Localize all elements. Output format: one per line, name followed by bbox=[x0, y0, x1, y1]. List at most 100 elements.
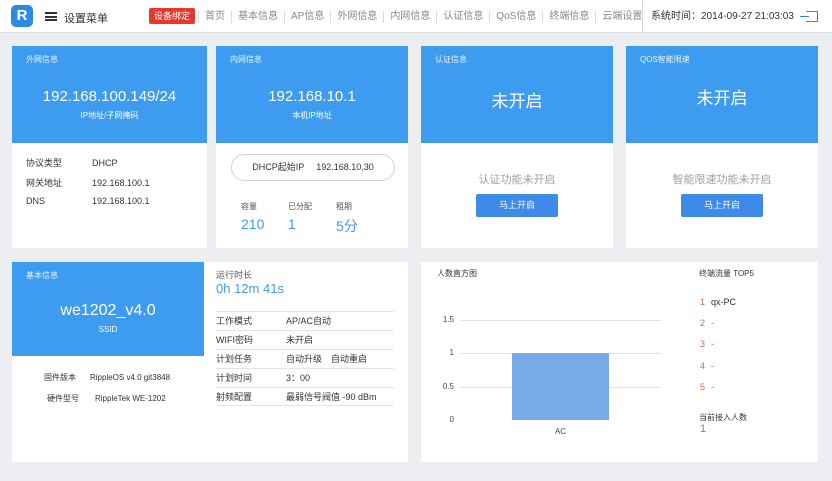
hardware-value: RippleTek WE-1202 bbox=[95, 394, 166, 403]
row-value: 最弱信号阀值 -90 dBm bbox=[286, 392, 377, 402]
lan-ip-caption: 本机IP地址 bbox=[292, 111, 332, 120]
wan-row-dns: DNS 192.168.100.1 bbox=[26, 196, 150, 206]
nav-terminal-info[interactable]: 终端信息 bbox=[542, 10, 595, 23]
histogram-y-tick: 1 bbox=[449, 348, 454, 358]
qos-title: QOS智能限速 bbox=[640, 55, 690, 64]
row-value: 未开启 bbox=[286, 335, 314, 345]
wan-row-value: 192.168.100.1 bbox=[92, 196, 150, 206]
nav-home[interactable]: 首页 bbox=[198, 10, 231, 23]
auth-title: 认证信息 bbox=[435, 55, 467, 64]
firmware-label: 固件版本 bbox=[44, 373, 76, 382]
top5-name: - bbox=[711, 339, 714, 349]
stat-label: 容量 bbox=[241, 202, 257, 211]
stat-assigned: 已分配 1 bbox=[288, 201, 312, 232]
logo-icon: R bbox=[11, 5, 33, 27]
histogram-y-tick: 0.5 bbox=[442, 381, 454, 391]
top5-name: qx-PC bbox=[711, 297, 737, 307]
row-value: 3：00 bbox=[286, 373, 311, 383]
top5-item-1[interactable]: 1 qx-PC bbox=[700, 297, 736, 307]
auth-header: 认证信息 未开启 bbox=[421, 46, 613, 143]
logout-icon[interactable] bbox=[800, 11, 818, 22]
top5-item-5: 5- bbox=[700, 382, 714, 392]
current-users-label: 当前接入人数 bbox=[699, 413, 747, 422]
wan-title: 外网信息 bbox=[26, 55, 58, 64]
wan-row-protocol: 协议类型 DHCP bbox=[26, 156, 118, 169]
device-bind-button[interactable]: 设备绑定 bbox=[149, 8, 195, 24]
top5-title: 终端流量 TOP5 bbox=[699, 269, 754, 278]
row-label: WIFI密码 bbox=[216, 335, 253, 345]
hardware-label: 硬件型号 bbox=[47, 394, 79, 403]
nav-cloud-settings[interactable]: 云端设置 bbox=[595, 10, 648, 23]
table-row: 计划任务 自动升级 自动重启 bbox=[216, 349, 394, 368]
row-value: 自动升级 自动重启 bbox=[286, 354, 368, 364]
nav-wan-info[interactable]: 外网信息 bbox=[330, 10, 383, 23]
menu-label[interactable]: 设置菜单 bbox=[64, 10, 108, 26]
stat-label: 租期 bbox=[336, 202, 352, 211]
top5-rank: 2 bbox=[700, 318, 706, 328]
device-info-table: 工作模式 AP/AC自动 WIFI密码 未开启 计划任务 自动升级 自动重启 计划时间… bbox=[216, 311, 394, 406]
top5-rank: 4 bbox=[700, 361, 706, 371]
dhcp-start-value: 192.168.10.30 bbox=[316, 162, 374, 172]
ssid-value: we1202_v4.0 bbox=[60, 302, 156, 319]
top5-item-3: 3- bbox=[700, 339, 714, 349]
top5-name: - bbox=[711, 318, 714, 328]
wan-row-gateway: 网关地址 192.168.100.1 bbox=[26, 176, 150, 189]
histogram-y-tick: 0 bbox=[449, 415, 454, 424]
wan-ip: 192.168.100.149/24 bbox=[42, 88, 177, 105]
histogram-bar[interactable] bbox=[512, 353, 609, 420]
qos-header: QOS智能限速 未开启 bbox=[626, 46, 818, 143]
top5-item-4: 4- bbox=[700, 361, 714, 371]
histogram-x-tick: AC bbox=[554, 427, 567, 436]
system-time: 系统时间：2014-09-27 21:03:03 bbox=[642, 0, 794, 33]
nav-lan-info[interactable]: 内网信息 bbox=[383, 10, 436, 23]
hamburger-menu-icon[interactable] bbox=[45, 12, 57, 21]
histogram-title: 人数直方图 bbox=[437, 269, 477, 278]
auth-enable-button[interactable]: 马上开启 bbox=[476, 194, 558, 217]
firmware-row: 固件版本 RippleOS v4.0 git3848 bbox=[44, 372, 170, 383]
wan-row-label: 协议类型 bbox=[26, 158, 63, 168]
qos-message: 智能限速功能未开启 bbox=[672, 174, 772, 186]
current-users-value: 1 bbox=[700, 423, 707, 435]
row-label: 计划任务 bbox=[216, 354, 253, 364]
lan-ip: 192.168.10.1 bbox=[268, 88, 356, 105]
stat-value: 210 bbox=[241, 216, 265, 232]
lan-card: 内网信息 192.168.10.1 本机IP地址 DHCP起始IP 192.168… bbox=[216, 46, 408, 248]
stat-capacity: 容量 210 bbox=[241, 201, 264, 232]
basic-title: 基本信息 bbox=[26, 271, 58, 280]
stat-value: 5分 bbox=[336, 218, 358, 234]
runtime-value: 0h 12m 41s bbox=[216, 281, 284, 296]
nav-auth-info[interactable]: 认证信息 bbox=[436, 10, 489, 23]
firmware-value: RippleOS v4.0 git3848 bbox=[90, 373, 171, 382]
dhcp-start-label: DHCP起始IP bbox=[252, 162, 305, 172]
wan-ip-caption: IP地址/子网掩码 bbox=[80, 111, 139, 120]
top5-rank: 5 bbox=[700, 382, 706, 392]
row-label: 射频配置 bbox=[216, 392, 253, 402]
top5-rank: 3 bbox=[700, 339, 706, 349]
nav-qos-info[interactable]: QoS信息 bbox=[489, 10, 542, 23]
top-nav: 首页 基本信息 AP信息 外网信息 内网信息 认证信息 QoS信息 终端信息 云… bbox=[198, 0, 648, 33]
qos-card: QOS智能限速 未开启 智能限速功能未开启 马上开启 bbox=[626, 46, 818, 248]
nav-basic-info[interactable]: 基本信息 bbox=[231, 10, 284, 23]
table-row: 射频配置 最弱信号阀值 -90 dBm bbox=[216, 387, 394, 406]
stat-value: 1 bbox=[288, 216, 296, 232]
lan-header: 内网信息 192.168.10.1 本机IP地址 bbox=[216, 46, 408, 143]
top5-rank: 1 bbox=[700, 297, 706, 307]
qos-enable-button[interactable]: 马上开启 bbox=[681, 194, 763, 217]
auth-card: 认证信息 未开启 认证功能未开启 马上开启 bbox=[421, 46, 613, 248]
top-header: R 设置菜单 设备绑定 首页 基本信息 AP信息 外网信息 内网信息 认证信息 … bbox=[0, 0, 832, 33]
table-row: 计划时间 3：00 bbox=[216, 368, 394, 387]
row-label: 工作模式 bbox=[216, 316, 253, 326]
row-value: AP/AC自动 bbox=[286, 316, 332, 326]
wan-row-value: 192.168.100.1 bbox=[92, 178, 150, 188]
nav-ap-info[interactable]: AP信息 bbox=[284, 10, 330, 23]
auth-status: 未开启 bbox=[491, 92, 543, 111]
runtime-label: 运行时长 bbox=[216, 270, 253, 280]
basic-header: 基本信息 we1202_v4.0 SSID bbox=[12, 262, 204, 356]
dhcp-start-ip: DHCP起始IP 192.168.10.30 bbox=[231, 154, 395, 181]
wan-header: 外网信息 192.168.100.149/24 IP地址/子网掩码 bbox=[12, 46, 207, 143]
stats-card bbox=[421, 262, 818, 462]
wan-row-value: DHCP bbox=[92, 158, 118, 168]
row-label: 计划时间 bbox=[216, 373, 253, 383]
wan-row-label: 网关地址 bbox=[26, 178, 63, 188]
top5-name: - bbox=[711, 361, 714, 371]
